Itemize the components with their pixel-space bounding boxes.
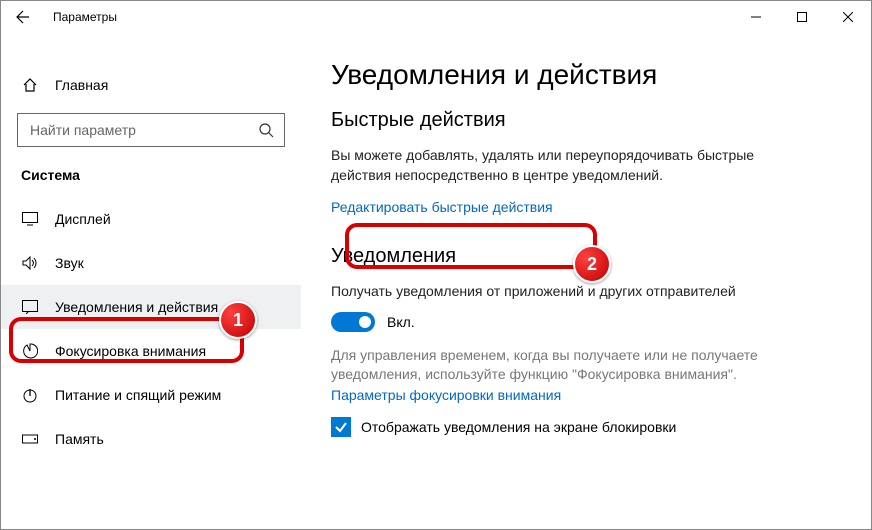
- sound-icon: [21, 256, 39, 270]
- quick-actions-description: Вы можете добавлять, удалять или переупо…: [331, 146, 801, 185]
- back-arrow-icon: [15, 9, 31, 25]
- window-controls: [733, 1, 871, 33]
- body: Главная Система Дисплей З: [1, 33, 871, 529]
- minimize-icon: [751, 12, 761, 22]
- sidebar-item-label: Фокусировка внимания: [55, 343, 206, 359]
- settings-window: Параметры Главная: [0, 0, 872, 530]
- back-button[interactable]: [1, 1, 45, 33]
- focus-assist-link[interactable]: Параметры фокусировки внимания: [331, 387, 561, 403]
- storage-icon: [21, 432, 39, 446]
- notifications-toggle-row: Вкл.: [331, 312, 841, 332]
- toggle-state-label: Вкл.: [387, 314, 415, 330]
- focus-assist-description: Для управления временем, когда вы получа…: [331, 346, 801, 385]
- notifications-heading: Уведомления: [331, 245, 841, 268]
- close-button[interactable]: [825, 1, 871, 33]
- sidebar-item-storage[interactable]: Память: [1, 417, 301, 461]
- check-icon: [334, 420, 348, 434]
- sidebar-item-label: Дисплей: [55, 211, 111, 227]
- search-input[interactable]: [17, 113, 285, 147]
- sidebar-item-notifications[interactable]: Уведомления и действия: [1, 285, 301, 329]
- lockscreen-label: Отображать уведомления на экране блокиро…: [361, 419, 676, 435]
- sidebar-item-label: Питание и спящий режим: [55, 387, 221, 403]
- sidebar-item-sound[interactable]: Звук: [1, 241, 301, 285]
- sidebar-item-power[interactable]: Питание и спящий режим: [1, 373, 301, 417]
- get-notifications-label: Получать уведомления от приложений и дру…: [331, 282, 801, 302]
- lockscreen-check-row: Отображать уведомления на экране блокиро…: [331, 417, 841, 437]
- close-icon: [843, 12, 853, 22]
- notifications-toggle[interactable]: [331, 312, 375, 332]
- sidebar-item-display[interactable]: Дисплей: [1, 197, 301, 241]
- window-title: Параметры: [53, 10, 117, 24]
- search-field[interactable]: [28, 121, 241, 139]
- search-icon: [258, 122, 274, 138]
- maximize-icon: [797, 12, 807, 22]
- quick-actions-heading: Быстрые действия: [331, 109, 841, 132]
- notifications-icon: [21, 300, 39, 314]
- maximize-button[interactable]: [779, 1, 825, 33]
- home-icon: [21, 77, 39, 93]
- main-content: Уведомления и действия Быстрые действия …: [301, 33, 871, 529]
- display-icon: [21, 212, 39, 226]
- focus-icon: [21, 343, 39, 359]
- sidebar-section-title: Система: [1, 167, 301, 197]
- lockscreen-checkbox[interactable]: [331, 417, 351, 437]
- home-button[interactable]: Главная: [1, 65, 301, 105]
- edit-quick-actions-link[interactable]: Редактировать быстрые действия: [331, 199, 553, 215]
- power-icon: [21, 387, 39, 403]
- titlebar: Параметры: [1, 1, 871, 33]
- sidebar-item-label: Уведомления и действия: [55, 299, 218, 315]
- sidebar-item-focus[interactable]: Фокусировка внимания: [1, 329, 301, 373]
- home-label: Главная: [55, 77, 108, 93]
- sidebar-item-label: Память: [55, 431, 104, 447]
- sidebar: Главная Система Дисплей З: [1, 33, 301, 529]
- page-title: Уведомления и действия: [331, 59, 841, 91]
- sidebar-item-label: Звук: [55, 255, 84, 271]
- minimize-button[interactable]: [733, 1, 779, 33]
